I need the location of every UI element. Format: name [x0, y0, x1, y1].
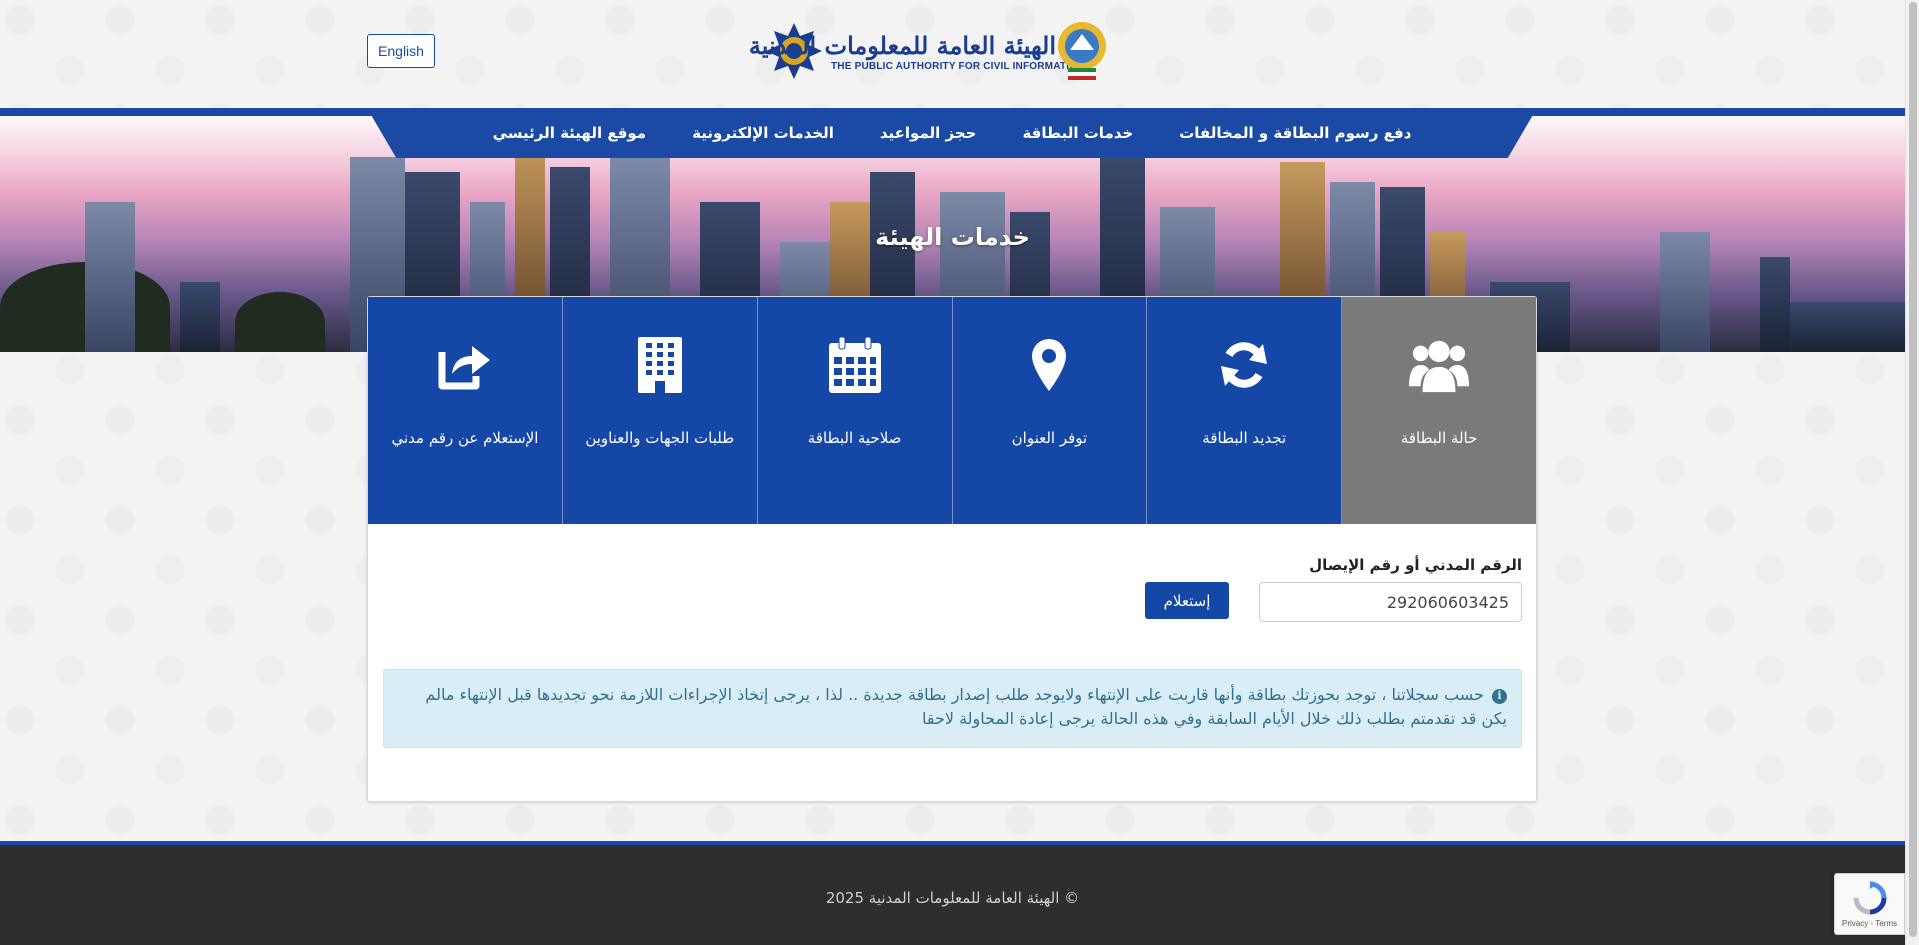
nav-pay-fees[interactable]: دفع رسوم البطاقة و المخالفات	[1179, 124, 1411, 142]
info-icon: i	[1492, 688, 1507, 704]
share-icon	[435, 335, 495, 395]
site-header: English الهيئة العامة للمعلومات المدنية …	[0, 0, 1905, 108]
logo-english-text: THE PUBLIC AUTHORITY FOR CIVIL INFORMATI…	[831, 60, 1085, 72]
recaptcha-terms[interactable]: Privacy - Terms	[1842, 919, 1897, 928]
tile-address-availability[interactable]: توفر العنوان	[951, 297, 1147, 524]
language-toggle-button[interactable]: English	[367, 34, 435, 68]
nav-appointments[interactable]: حجز المواعيد	[880, 124, 977, 142]
tile-label: صلاحية البطاقة	[807, 429, 902, 447]
site-logo[interactable]: الهيئة العامة للمعلومات المدنية THE PUBL…	[748, 18, 1130, 84]
tile-card-validity[interactable]: صلاحية البطاقة	[756, 297, 952, 524]
recaptcha-icon	[1853, 880, 1886, 914]
tile-card-status[interactable]: حالة البطاقة	[1341, 297, 1536, 524]
map-marker-icon	[1019, 335, 1079, 395]
tile-entity-requests[interactable]: طلبات الجهات والعناوين	[561, 297, 757, 524]
query-button[interactable]: إستعلام	[1145, 582, 1229, 619]
alert-message: حسب سجلاتنا ، توجد بحوزتك بطاقة وأنها قا…	[425, 685, 1507, 728]
users-icon	[1409, 335, 1470, 395]
logo-arabic-text: الهيئة العامة للمعلومات المدنية	[748, 30, 1056, 60]
tile-label: تجديد البطاقة	[1202, 429, 1287, 447]
kuwait-emblem-icon	[1058, 22, 1106, 80]
tile-label: طلبات الجهات والعناوين	[585, 429, 735, 447]
civil-id-label: الرقم المدني أو رقم الإيصال	[1309, 556, 1522, 574]
refresh-icon	[1214, 335, 1274, 395]
tile-civil-id-lookup[interactable]: الإستعلام عن رقم مدني	[368, 297, 562, 524]
page-scrollbar[interactable]	[1905, 0, 1919, 945]
query-form: الرقم المدني أو رقم الإيصال إستعلام i حس…	[368, 524, 1536, 803]
tile-label: الإستعلام عن رقم مدني	[391, 429, 539, 447]
tile-label: توفر العنوان	[1011, 429, 1088, 447]
status-alert: i حسب سجلاتنا ، توجد بحوزتك بطاقة وأنها …	[383, 669, 1522, 748]
page-title: خدمات الهيئة	[875, 223, 1030, 251]
scrollbar-thumb[interactable]	[1909, 2, 1917, 937]
services-panel: حالة البطاقة تجديد البطاقة توفر العنوان …	[367, 296, 1537, 802]
calendar-icon	[825, 335, 885, 395]
tile-label: حالة البطاقة	[1400, 429, 1478, 447]
main-navigation: موقع الهيئة الرئيسي الخدمات الإلكترونية …	[367, 108, 1537, 158]
recaptcha-badge[interactable]: Privacy - Terms	[1834, 873, 1905, 935]
civil-id-input[interactable]	[1259, 582, 1522, 622]
nav-e-services[interactable]: الخدمات الإلكترونية	[692, 124, 834, 142]
copyright-text: © الهيئة العامة للمعلومات المدنية 2025	[825, 889, 1080, 907]
site-footer: © الهيئة العامة للمعلومات المدنية 2025	[0, 841, 1905, 945]
nav-main-site[interactable]: موقع الهيئة الرئيسي	[493, 124, 647, 142]
building-icon	[630, 335, 690, 395]
service-tiles: حالة البطاقة تجديد البطاقة توفر العنوان …	[368, 297, 1536, 524]
tile-card-renewal[interactable]: تجديد البطاقة	[1146, 297, 1342, 524]
nav-card-services[interactable]: خدمات البطاقة	[1022, 124, 1133, 142]
